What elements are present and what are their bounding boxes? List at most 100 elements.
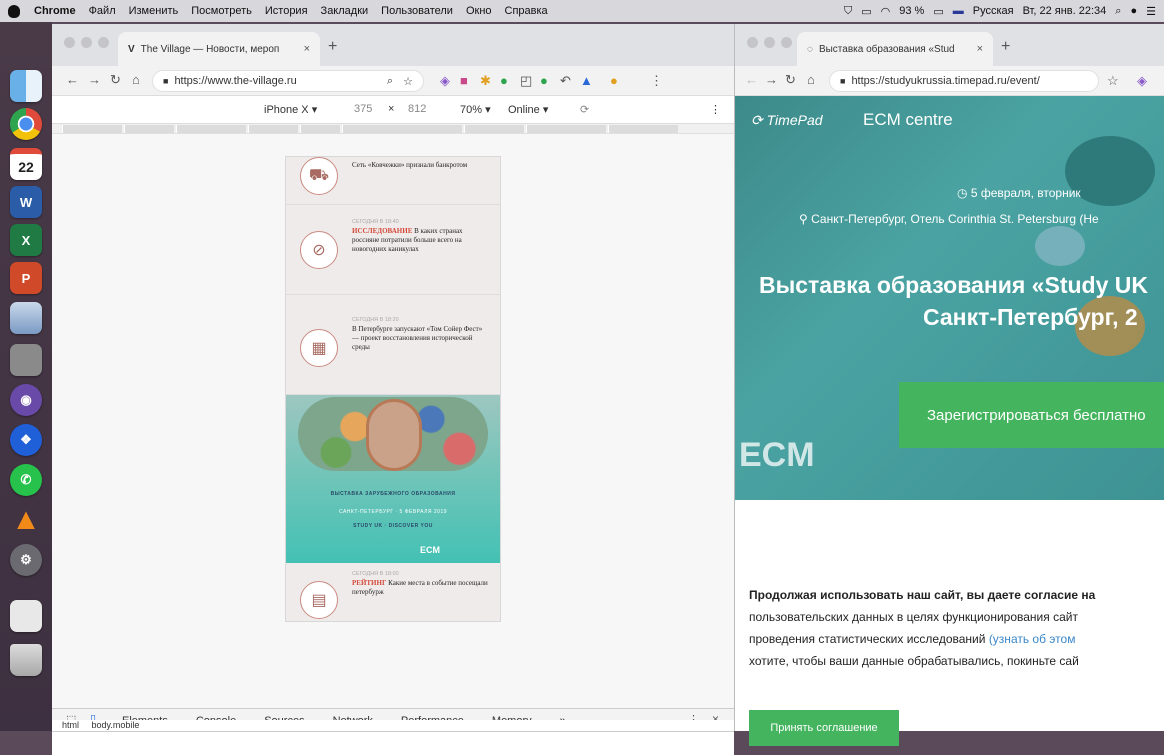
close-window-button[interactable] <box>64 37 75 48</box>
zoom-window-button[interactable] <box>98 37 109 48</box>
extension-8-icon[interactable]: ▲ <box>580 73 593 88</box>
forward-icon[interactable]: → <box>765 72 778 87</box>
crumb-html[interactable]: html <box>62 720 79 730</box>
throttle-select[interactable]: Online ▾ <box>508 103 548 116</box>
close-window-button[interactable] <box>747 37 758 48</box>
new-tab-button[interactable]: + <box>1001 38 1010 56</box>
extension-4-icon[interactable]: ● <box>500 73 508 88</box>
input-language[interactable]: Русская <box>973 5 1014 17</box>
vlc-icon[interactable]: ▲ <box>10 503 42 536</box>
crumb-body[interactable]: body.mobile <box>92 720 140 730</box>
extension-5-icon[interactable]: ◰ <box>520 73 532 89</box>
article-title[interactable]: Сеть «Ковчежки» признали банкротом <box>352 161 490 170</box>
word-icon[interactable]: W <box>10 186 42 218</box>
forward-icon[interactable]: → <box>88 72 101 87</box>
event-title-line-2: Санкт-Петербург, 2 <box>923 304 1138 330</box>
system-preferences-icon[interactable]: ⚙ <box>10 544 42 576</box>
organizer-name[interactable]: ECM centre <box>863 110 953 130</box>
trash-icon[interactable] <box>10 644 42 676</box>
address-bar[interactable]: ■ https://www.the-village.ru ⌕ ☆ <box>152 70 424 92</box>
menu-users[interactable]: Пользователи <box>381 5 453 17</box>
powerpoint-icon[interactable]: P <box>10 262 42 294</box>
event-title-line-1: Выставка образования «Study UK <box>759 272 1148 298</box>
cookie-learn-more-link[interactable]: (узнать об этом <box>989 632 1076 646</box>
study-uk-banner[interactable]: ВЫСТАВКА ЗАРУБЕЖНОГО ОБРАЗОВАНИЯ САНКТ-П… <box>286 395 500 563</box>
mobile-page-preview[interactable]: ⛟ Сеть «Ковчежки» признали банкротом ⊘ С… <box>285 156 501 622</box>
chrome-icon[interactable] <box>10 108 42 140</box>
menu-edit[interactable]: Изменить <box>129 5 179 17</box>
menu-chrome[interactable]: Chrome <box>34 5 76 17</box>
extension-2-icon[interactable]: ■ <box>460 73 468 88</box>
tab-the-village[interactable]: V The Village — Новости, мероп × <box>118 32 320 66</box>
menu-help[interactable]: Справка <box>505 5 548 17</box>
home-icon[interactable]: ⌂ <box>132 72 140 87</box>
accept-agreement-button[interactable]: Принять соглашение <box>749 710 899 746</box>
wifi-icon[interactable]: ◠ <box>881 5 891 18</box>
battery-text[interactable]: 93 % <box>899 5 924 17</box>
spotlight-icon[interactable]: ⌕ <box>1115 5 1121 18</box>
minimize-window-button[interactable] <box>764 37 775 48</box>
bookmark-star-icon[interactable]: ☆ <box>1107 73 1119 89</box>
tab-title: Выставка образования «Stud <box>818 43 955 55</box>
close-tab-icon[interactable]: × <box>304 43 310 55</box>
menu-bookmarks[interactable]: Закладки <box>321 5 369 17</box>
timepad-logo[interactable]: ⟳ TimePad <box>751 112 823 129</box>
extension-1-icon[interactable]: ◈ <box>440 73 450 89</box>
article-item[interactable]: ⛟ Сеть «Ковчежки» признали банкротом <box>286 157 500 205</box>
article-item[interactable]: ▦ СЕГОДНЯ В 18:20 В Петербурге запускают… <box>286 295 500 395</box>
menu-kebab-icon[interactable]: ⋮ <box>650 73 663 89</box>
article-title[interactable]: РЕЙТИНГ Какие места в событие посещали п… <box>352 579 490 597</box>
user-icon[interactable]: ● <box>1130 5 1137 17</box>
menu-window[interactable]: Окно <box>466 5 492 17</box>
article-tag: РЕЙТИНГ <box>352 579 387 587</box>
github-icon[interactable]: ◉ <box>10 384 42 416</box>
article-title[interactable]: ИССЛЕДОВАНИЕ В каких странах россияне по… <box>352 227 490 254</box>
device-options-icon[interactable]: ⋮ <box>710 103 721 116</box>
display-icon[interactable]: ▭ <box>861 5 871 18</box>
notification-center-icon[interactable]: ☰ <box>1146 5 1156 18</box>
minimize-window-button[interactable] <box>81 37 92 48</box>
media-query-ruler[interactable] <box>52 124 734 134</box>
reload-icon[interactable]: ↻ <box>785 72 796 88</box>
extension-3-icon[interactable]: ✱ <box>480 73 491 89</box>
extension-1-icon[interactable]: ◈ <box>1137 73 1147 89</box>
tab-timepad[interactable]: ◌ Выставка образования «Stud × <box>797 32 993 66</box>
extension-7-icon[interactable]: ↶ <box>560 73 571 89</box>
device-select[interactable]: iPhone X ▾ <box>264 103 317 116</box>
document-icon[interactable] <box>10 600 42 632</box>
finder-icon[interactable] <box>10 70 42 102</box>
menu-view[interactable]: Посмотреть <box>191 5 252 17</box>
profile-icon[interactable]: ● <box>610 73 618 88</box>
register-button[interactable]: Зарегистрироваться бесплатно <box>899 382 1164 448</box>
vpn-icon[interactable]: ⛉ <box>844 5 852 18</box>
clock[interactable]: Вт, 22 янв. 22:34 <box>1023 5 1107 17</box>
apple-icon[interactable] <box>8 4 20 18</box>
zoom-window-button[interactable] <box>781 37 792 48</box>
bookmark-star-icon[interactable]: ☆ <box>403 75 413 88</box>
event-place[interactable]: ⚲ Санкт-Петербург, Отель Corinthia St. P… <box>799 212 1099 226</box>
menu-file[interactable]: Файл <box>89 5 116 17</box>
back-icon[interactable]: ← <box>66 72 79 87</box>
extension-6-icon[interactable]: ● <box>540 73 548 88</box>
zoom-select[interactable]: 70% ▾ <box>460 103 491 116</box>
back-icon[interactable]: ← <box>745 72 758 87</box>
menu-history[interactable]: История <box>265 5 308 17</box>
close-tab-icon[interactable]: × <box>977 43 983 55</box>
new-tab-button[interactable]: + <box>328 38 337 56</box>
calendar-icon[interactable]: 22 <box>10 148 42 180</box>
whatsapp-icon[interactable]: ✆ <box>10 464 42 496</box>
search-icon[interactable]: ⌕ <box>387 75 393 88</box>
reload-icon[interactable]: ↻ <box>110 72 121 88</box>
article-title[interactable]: В Петербурге запускают «Том Сойер Фест» … <box>352 325 490 352</box>
notes-icon[interactable] <box>10 344 42 376</box>
article-item[interactable]: ⊘ СЕГОДНЯ В 18:40 ИССЛЕДОВАНИЕ В каких с… <box>286 205 500 295</box>
article-item[interactable]: ▤ СЕГОДНЯ В 18:00 РЕЙТИНГ Какие места в … <box>286 563 500 621</box>
rotate-icon[interactable]: ⟳ <box>580 103 589 116</box>
viewport-width-field[interactable]: 375 <box>354 103 372 115</box>
home-icon[interactable]: ⌂ <box>807 72 815 87</box>
excel-icon[interactable]: X <box>10 224 42 256</box>
preview-icon[interactable] <box>10 302 42 334</box>
viewport-height-field[interactable]: 812 <box>408 103 426 115</box>
address-bar[interactable]: ■ https://studyukrussia.timepad.ru/event… <box>829 70 1099 92</box>
dropbox-icon[interactable]: ❖ <box>10 424 42 456</box>
